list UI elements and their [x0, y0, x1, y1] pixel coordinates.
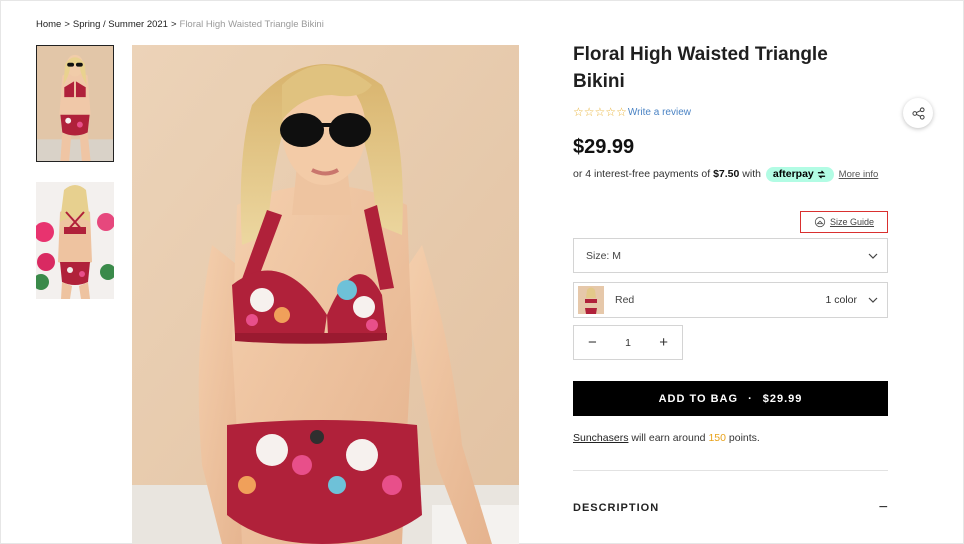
- afterpay-with: with: [742, 168, 761, 180]
- breadcrumb: Home > Spring / Summer 2021 > Floral High Wa…: [36, 19, 324, 30]
- size-guide-label: Size Guide: [829, 217, 875, 227]
- product-thumbnail-front[interactable]: [36, 45, 114, 162]
- star-icon: ☆: [573, 105, 584, 119]
- hanger-icon: [814, 216, 826, 228]
- points-amount: 150: [708, 432, 726, 444]
- size-select[interactable]: Size: M: [573, 238, 888, 273]
- color-select[interactable]: Red 1 color: [573, 282, 888, 318]
- add-to-bag-button[interactable]: ADD TO BAG · $29.99: [573, 381, 888, 416]
- star-icon: ☆: [594, 105, 606, 119]
- color-count: 1 color: [825, 294, 857, 306]
- star-icon: ☆: [583, 105, 595, 119]
- more-info-link[interactable]: More info: [839, 169, 879, 180]
- star-rating[interactable]: ☆ ☆ ☆ ☆ ☆: [573, 106, 627, 118]
- add-to-bag-price: $29.99: [762, 392, 803, 405]
- reward-points-message: Sunchasers will earn around 150 points.: [573, 432, 760, 444]
- star-icon: ☆: [616, 105, 627, 119]
- add-to-bag-separator: ·: [748, 392, 753, 405]
- breadcrumb-separator: >: [170, 19, 177, 30]
- breadcrumb-current: Floral High Waisted Triangle Bikini: [179, 19, 324, 30]
- color-swatch: [578, 286, 604, 314]
- product-price: $29.99: [573, 136, 635, 158]
- afterpay-message: or 4 interest-free payments of $7.50 wit…: [573, 166, 893, 183]
- points-suffix: points.: [728, 432, 760, 444]
- afterpay-amount: $7.50: [713, 168, 740, 180]
- collapse-icon: −: [878, 499, 888, 516]
- add-to-bag-label: ADD TO BAG: [658, 392, 739, 405]
- divider: [573, 470, 888, 471]
- breadcrumb-home-link[interactable]: Home: [36, 19, 61, 30]
- breadcrumb-separator: >: [64, 19, 70, 30]
- product-thumbnail-back[interactable]: [36, 182, 114, 299]
- afterpay-arrows-icon: [817, 170, 825, 179]
- quantity-value[interactable]: 1: [625, 337, 631, 349]
- description-heading: DESCRIPTION: [573, 502, 660, 514]
- chevron-down-icon: [859, 297, 887, 303]
- afterpay-prefix: or 4 interest-free payments of: [573, 168, 711, 180]
- color-select-value: Red: [615, 294, 635, 306]
- size-select-value: Size: M: [586, 249, 622, 262]
- breadcrumb-collection-link[interactable]: Spring / Summer 2021: [73, 19, 168, 30]
- product-main-image[interactable]: [132, 45, 519, 544]
- star-icon: ☆: [605, 105, 617, 119]
- quantity-decrease-button[interactable]: −: [588, 335, 597, 350]
- points-text: will earn around: [631, 432, 706, 444]
- product-title: Floral High Waisted Triangle Bikini: [573, 44, 828, 92]
- afterpay-logo-text: afterpay: [772, 167, 814, 180]
- product-rating: ☆ ☆ ☆ ☆ ☆ Write a review: [573, 106, 691, 118]
- quantity-stepper: − 1 +: [573, 325, 683, 360]
- rewards-program-link[interactable]: Sunchasers: [573, 432, 628, 444]
- chevron-down-icon: [859, 253, 887, 259]
- write-review-link[interactable]: Write a review: [628, 107, 691, 118]
- size-guide-link[interactable]: Size Guide: [800, 211, 888, 233]
- share-button[interactable]: [903, 98, 933, 128]
- quantity-increase-button[interactable]: +: [659, 335, 668, 350]
- share-icon: [911, 106, 925, 120]
- description-accordion[interactable]: DESCRIPTION −: [573, 500, 888, 516]
- afterpay-logo: afterpay: [765, 166, 834, 182]
